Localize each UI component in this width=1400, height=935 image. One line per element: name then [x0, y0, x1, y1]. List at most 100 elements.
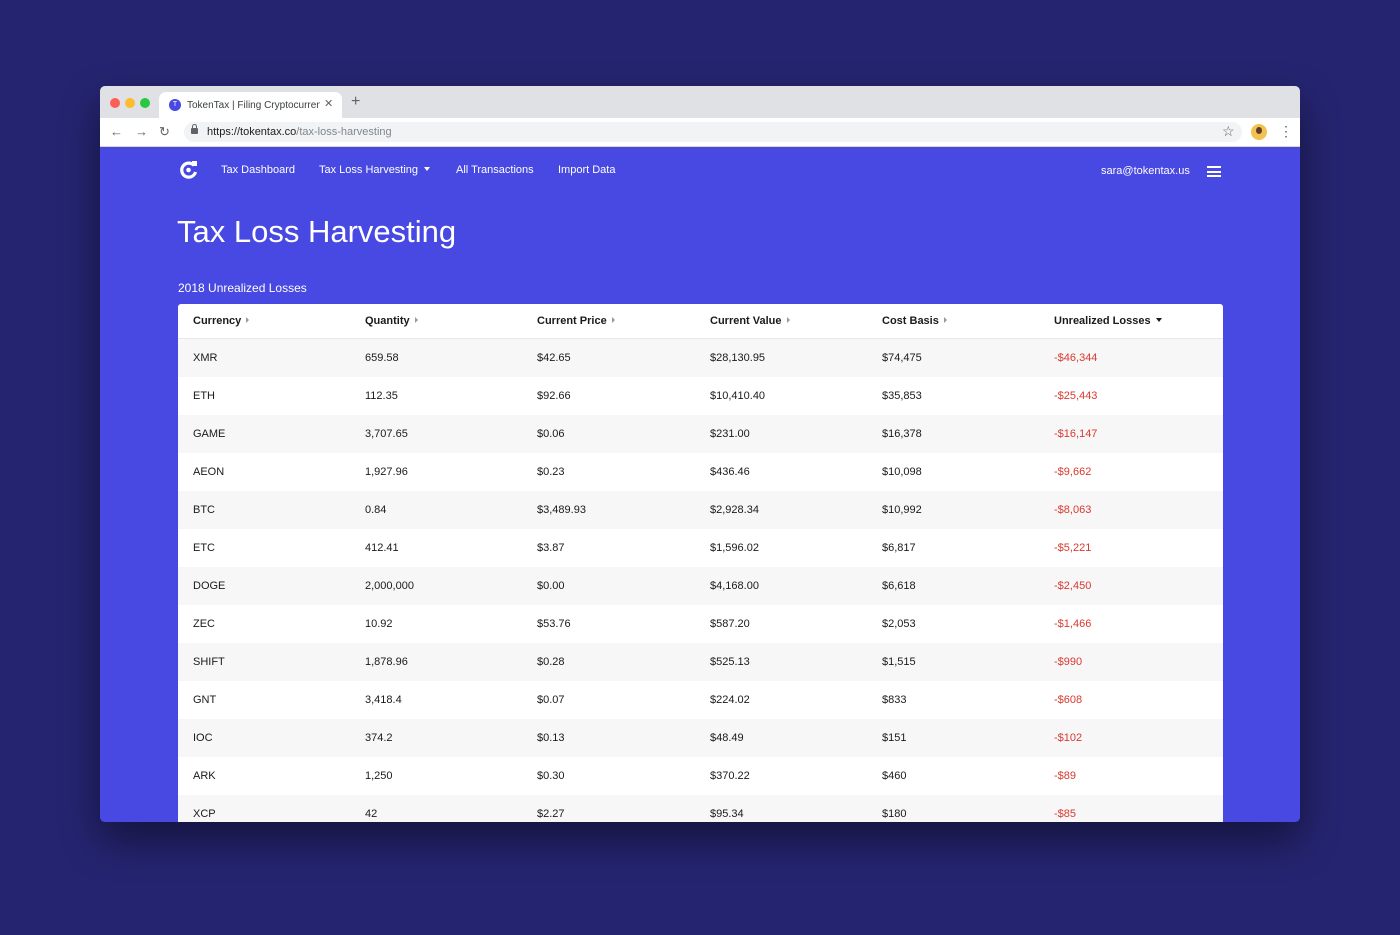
cell-current-value: $587.20 [710, 618, 750, 630]
cell-currency: BTC [193, 504, 215, 516]
table-row[interactable]: ETH 112.35 $92.66 $10,410.40 $35,853 -$25,443 [178, 377, 1223, 415]
losses-table: Currency Quantity Current Price Current … [178, 304, 1223, 822]
column-header-cost-basis[interactable]: Cost Basis [867, 304, 1039, 339]
avatar[interactable] [1251, 124, 1267, 140]
chevron-down-icon [424, 167, 431, 171]
nav-tax-loss-harvesting[interactable]: Tax Loss Harvesting [319, 163, 431, 177]
user-email[interactable]: sara@tokentax.us [1101, 164, 1190, 178]
cell-current-price: $0.06 [537, 428, 565, 440]
cell-current-value: $10,410.40 [710, 390, 766, 402]
cell-current-value: $2,928.34 [710, 504, 759, 516]
cell-cost-basis: $151 [882, 732, 907, 744]
cell-current-value: $4,168.00 [710, 580, 759, 592]
cell-currency: XMR [193, 352, 218, 364]
sort-descending-icon [1155, 318, 1162, 322]
table-row[interactable]: DOGE 2,000,000 $0.00 $4,168.00 $6,618 -$2,450 [178, 567, 1223, 605]
cell-current-price: $2.27 [537, 808, 565, 820]
table-row[interactable]: AEON 1,927.96 $0.23 $436.46 $10,098 -$9,662 [178, 453, 1223, 491]
table-row[interactable]: SHIFT 1,878.96 $0.28 $525.13 $1,515 -$990 [178, 643, 1223, 681]
cell-current-price: $92.66 [537, 390, 571, 402]
cell-unrealized-loss: -$89 [1054, 770, 1077, 782]
cell-unrealized-loss: -$46,344 [1054, 352, 1098, 364]
cell-current-value: $436.46 [710, 466, 750, 478]
cell-quantity: 0.84 [365, 504, 387, 516]
cell-current-price: $0.13 [537, 732, 565, 744]
close-window-button[interactable] [110, 98, 120, 108]
cell-currency: DOGE [193, 580, 226, 592]
nav-tax-dashboard[interactable]: Tax Dashboard [221, 163, 295, 177]
table-row[interactable]: ZEC 10.92 $53.76 $587.20 $2,053 -$1,466 [178, 605, 1223, 643]
cell-quantity: 374.2 [365, 732, 393, 744]
plus-icon[interactable]: + [351, 94, 360, 110]
forward-arrow-icon[interactable]: → [135, 124, 148, 140]
nav-import-data[interactable]: Import Data [558, 163, 615, 177]
cell-currency: IOC [193, 732, 213, 744]
cell-cost-basis: $6,618 [882, 580, 916, 592]
nav-all-transactions[interactable]: All Transactions [456, 163, 534, 177]
cell-unrealized-loss: -$8,063 [1054, 504, 1092, 516]
table-row[interactable]: GAME 3,707.65 $0.06 $231.00 $16,378 -$16,147 [178, 415, 1223, 453]
table-row[interactable]: GNT 3,418.4 $0.07 $224.02 $833 -$608 [178, 681, 1223, 719]
cell-unrealized-loss: -$85 [1054, 808, 1077, 820]
close-icon[interactable]: ✕ [324, 97, 333, 111]
cell-current-value: $224.02 [710, 694, 750, 706]
minimize-window-button[interactable] [125, 98, 135, 108]
cell-current-value: $231.00 [710, 428, 750, 440]
browser-window: T TokenTax | Filing Cryptocurrency Taxes… [100, 86, 1300, 822]
menu-dots-icon[interactable]: ⋮ [1279, 123, 1293, 139]
losses-table-card: Currency Quantity Current Price Current … [178, 304, 1223, 822]
cell-cost-basis: $180 [882, 808, 907, 820]
table-row[interactable]: ETC 412.41 $3.87 $1,596.02 $6,817 -$5,221 [178, 529, 1223, 567]
cell-cost-basis: $6,817 [882, 542, 916, 554]
maximize-window-button[interactable] [140, 98, 150, 108]
cell-cost-basis: $460 [882, 770, 907, 782]
tab-bar: T TokenTax | Filing Cryptocurrency Taxes… [100, 86, 1300, 118]
column-header-unrealized-losses[interactable]: Unrealized Losses [1039, 304, 1223, 339]
cell-current-price: $3.87 [537, 542, 565, 554]
cell-currency: SHIFT [193, 656, 225, 668]
cell-cost-basis: $16,378 [882, 428, 922, 440]
star-icon[interactable]: ☆ [1222, 123, 1235, 139]
hamburger-menu-icon[interactable] [1207, 166, 1221, 177]
cell-quantity: 10.92 [365, 618, 393, 630]
cell-quantity: 1,250 [365, 770, 393, 782]
cell-current-value: $525.13 [710, 656, 750, 668]
browser-tab[interactable]: T TokenTax | Filing Cryptocurrency Taxes… [159, 92, 342, 118]
column-header-current-price[interactable]: Current Price [522, 304, 695, 339]
tab-title: TokenTax | Filing Cryptocurrency Taxes [187, 100, 320, 111]
section-title: 2018 Unrealized Losses [178, 281, 307, 295]
column-header-current-value[interactable]: Current Value [695, 304, 867, 339]
sort-icon [246, 317, 250, 323]
cell-current-price: $53.76 [537, 618, 571, 630]
cell-current-value: $1,596.02 [710, 542, 759, 554]
table-row[interactable]: IOC 374.2 $0.13 $48.49 $151 -$102 [178, 719, 1223, 757]
table-row[interactable]: XMR 659.58 $42.65 $28,130.95 $74,475 -$46,344 [178, 338, 1223, 377]
table-row[interactable]: BTC 0.84 $3,489.93 $2,928.34 $10,992 -$8,063 [178, 491, 1223, 529]
cell-quantity: 3,418.4 [365, 694, 402, 706]
page-title: Tax Loss Harvesting [177, 214, 457, 249]
cell-unrealized-loss: -$16,147 [1054, 428, 1098, 440]
table-row[interactable]: ARK 1,250 $0.30 $370.22 $460 -$89 [178, 757, 1223, 795]
address-bar[interactable]: https://tokentax.co/tax-loss-harvesting [184, 122, 1242, 142]
reload-icon[interactable]: ↻ [159, 124, 170, 140]
cell-current-value: $370.22 [710, 770, 750, 782]
browser-toolbar: ← → ↻ https://tokentax.co/tax-loss-harve… [100, 118, 1300, 147]
cell-current-price: $0.28 [537, 656, 565, 668]
url-text: https://tokentax.co/tax-loss-harvesting [207, 126, 392, 138]
cell-unrealized-loss: -$9,662 [1054, 466, 1092, 478]
column-header-quantity[interactable]: Quantity [350, 304, 522, 339]
tokentax-favicon-icon: T [169, 99, 181, 111]
table-row[interactable]: XCP 42 $2.27 $95.34 $180 -$85 [178, 795, 1223, 822]
cell-currency: GAME [193, 428, 226, 440]
cell-quantity: 2,000,000 [365, 580, 414, 592]
sort-icon [414, 317, 418, 323]
cell-currency: XCP [193, 808, 216, 820]
tokentax-logo-icon[interactable] [179, 160, 199, 180]
cell-quantity: 3,707.65 [365, 428, 408, 440]
back-arrow-icon[interactable]: ← [110, 124, 123, 140]
cell-current-price: $3,489.93 [537, 504, 586, 516]
cell-current-price: $0.23 [537, 466, 565, 478]
table-body: XMR 659.58 $42.65 $28,130.95 $74,475 -$46,344… [178, 338, 1223, 822]
cell-currency: ARK [193, 770, 216, 782]
column-header-currency[interactable]: Currency [178, 304, 350, 339]
